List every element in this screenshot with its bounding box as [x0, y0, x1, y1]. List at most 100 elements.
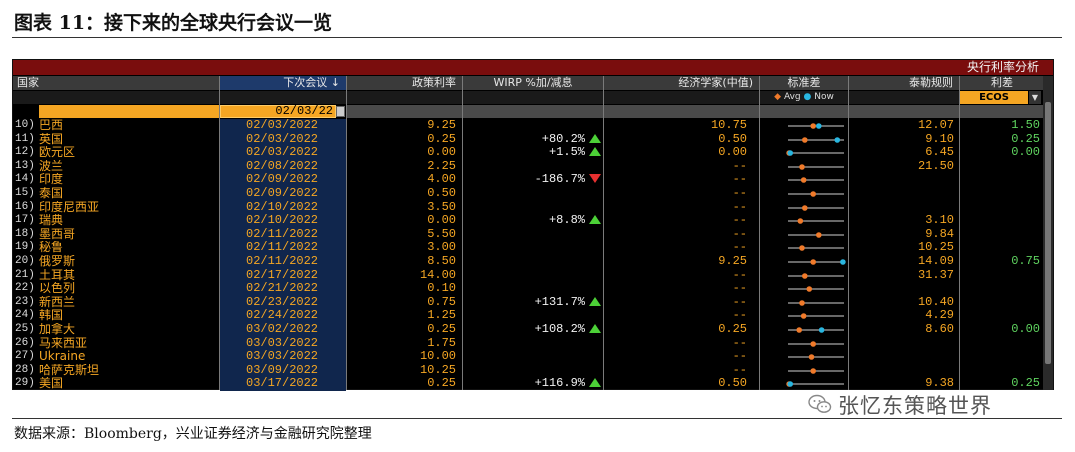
table-row[interactable]: 15) 泰国 02/09/2022 0.50 -- — [13, 187, 1055, 201]
country-name: 哈萨克斯坦 — [39, 363, 100, 377]
row-index: 17) — [15, 214, 35, 227]
spread-value — [960, 269, 1040, 283]
stdev-sparkline — [788, 354, 844, 360]
scrollbar-thumb[interactable] — [1045, 102, 1051, 364]
filter-spread[interactable] — [960, 105, 1044, 118]
now-marker — [840, 259, 846, 265]
filter-taylor[interactable] — [849, 105, 959, 118]
spread-value: 0.00 — [1011, 323, 1040, 336]
filter-date-input[interactable]: 02/03/22 — [220, 105, 336, 118]
wirp-value — [463, 119, 601, 133]
filter-economists[interactable] — [604, 105, 759, 118]
bloomberg-terminal-panel: 央行利率分析 国家 下次会议 ↓ 政策利率 WIRP %加/减息 经济学家(中值… — [12, 59, 1055, 391]
table-row[interactable]: 23) 新西兰 02/23/2022 0.75 +131.7% -- 10.40 — [13, 295, 1055, 310]
taylor-rule-value — [849, 173, 954, 187]
country-name: 瑞典 — [39, 214, 64, 228]
column-header-next-meeting[interactable]: 下次会议 ↓ — [220, 76, 346, 90]
avg-marker-icon: ◆ — [774, 92, 782, 102]
table-row[interactable]: 19) 秘鲁 02/11/2022 3.00 -- 10.25 — [13, 241, 1055, 255]
policy-rate: 1.75 — [427, 336, 456, 350]
wirp-value — [463, 269, 601, 283]
wirp-value: +1.5% — [463, 146, 601, 160]
economists-median: -- — [732, 214, 747, 228]
filter-stdev[interactable] — [760, 105, 848, 118]
wirp-value — [463, 241, 601, 255]
spread-value — [960, 337, 1040, 351]
table-row[interactable]: 14) 印度 02/09/2022 4.00 -186.7% -- — [13, 173, 1055, 187]
watermark-text: 张忆东策略世界 — [838, 394, 992, 418]
economists-median: -- — [732, 268, 747, 282]
table-row[interactable]: 22) 以色列 02/21/2022 0.10 -- — [13, 282, 1055, 296]
policy-rate: 9.25 — [427, 119, 456, 132]
stdev-sparkline — [788, 327, 844, 333]
next-meeting-date: 02/03/2022 — [220, 119, 346, 133]
wirp-percent: +108.2% — [534, 323, 585, 336]
row-index: 11) — [15, 132, 35, 145]
vertical-scrollbar[interactable] — [1043, 76, 1053, 390]
spread-source-select[interactable]: ECOS — [960, 91, 1028, 104]
wirp-value — [463, 364, 601, 378]
triangle-up-icon — [589, 215, 601, 225]
table-row[interactable]: 12) 欧元区 02/03/2022 0.00 +1.5% 0.00 6.45 0.00 — [13, 146, 1055, 160]
column-header-taylor-rule[interactable]: 泰勒规则 — [849, 76, 959, 90]
economists-median: -- — [732, 173, 747, 187]
taylor-rule-value — [849, 187, 954, 201]
filter-wirp[interactable] — [463, 105, 603, 118]
filter-policy-rate[interactable] — [347, 105, 462, 118]
table-row[interactable]: 11) 英国 02/03/2022 0.25 +80.2% 0.50 9.10 0.25 — [13, 132, 1055, 147]
country-name: 英国 — [39, 132, 64, 146]
table-row[interactable]: 18) 墨西哥 02/11/2022 5.50 -- 9.84 — [13, 227, 1055, 242]
table-row[interactable]: 10) 巴西 02/03/2022 9.25 10.75 12.07 1.50 — [13, 119, 1055, 133]
table-row[interactable]: 21) 土耳其 02/17/2022 14.00 -- 31.37 — [13, 268, 1055, 283]
stdev-sparkline — [788, 191, 844, 197]
avg-marker — [802, 136, 808, 143]
spread-value: 0.00 — [1011, 146, 1040, 160]
next-meeting-date: 02/21/2022 — [220, 282, 346, 296]
column-header-policy-rate[interactable]: 政策利率 — [347, 76, 462, 90]
policy-rate: 0.00 — [427, 214, 456, 228]
table-row[interactable]: 27) Ukraine 03/03/2022 10.00 -- — [13, 350, 1055, 364]
policy-rate: 0.25 — [427, 132, 456, 146]
column-header-stdev[interactable]: 标准差 — [760, 76, 848, 90]
column-header-wirp[interactable]: WIRP %加/减息 — [463, 76, 603, 90]
column-header-spread[interactable]: 利差 — [960, 76, 1044, 90]
next-meeting-date: 02/08/2022 — [220, 159, 346, 174]
wirp-value — [463, 255, 601, 269]
next-meeting-date: 03/09/2022 — [220, 363, 346, 378]
policy-rate: 4.00 — [427, 173, 456, 187]
table-row[interactable]: 26) 马来西亚 03/03/2022 1.75 -- — [13, 336, 1055, 351]
table-row[interactable]: 20) 俄罗斯 02/11/2022 8.50 9.25 14.09 0.75 — [13, 255, 1055, 269]
economists-median: -- — [732, 227, 747, 241]
column-header-economists[interactable]: 经济学家(中值) — [604, 76, 759, 90]
next-meeting-date: 03/03/2022 — [220, 336, 346, 351]
policy-rate: 5.50 — [427, 227, 456, 241]
table-row[interactable]: 17) 瑞典 02/10/2022 0.00 +8.8% -- 3.10 — [13, 214, 1055, 228]
row-index: 15) — [15, 187, 35, 199]
table-row[interactable]: 28) 哈萨克斯坦 03/09/2022 10.25 -- — [13, 363, 1055, 378]
column-header-country[interactable]: 国家 — [13, 76, 219, 90]
calendar-icon[interactable] — [336, 106, 345, 117]
economists-median: 0.25 — [718, 323, 747, 336]
economists-median: 9.25 — [718, 255, 747, 268]
table-row[interactable]: 25) 加拿大 03/02/2022 0.25 +108.2% 0.25 8.60 0.00 — [13, 323, 1055, 337]
triangle-up-icon — [589, 378, 601, 388]
table-row[interactable]: 13) 波兰 02/08/2022 2.25 -- 21.50 — [13, 159, 1055, 174]
filter-country[interactable] — [39, 105, 219, 118]
avg-marker — [802, 204, 808, 211]
wirp-value — [463, 350, 601, 364]
wirp-value: +131.7% — [463, 296, 601, 310]
taylor-rule-value: 21.50 — [917, 159, 954, 173]
row-index: 23) — [15, 295, 35, 308]
stdev-sparkline — [788, 272, 844, 279]
wirp-value — [463, 228, 601, 242]
table-row[interactable]: 29) 美国 03/17/2022 0.25 +116.9% 0.50 9.38 0.25 — [13, 377, 1055, 391]
country-name: 加拿大 — [39, 323, 76, 336]
next-meeting-date: 02/24/2022 — [220, 309, 346, 323]
table-row[interactable]: 16) 印度尼西亚 02/10/2022 3.50 -- — [13, 200, 1055, 215]
next-meeting-date: 02/09/2022 — [220, 173, 346, 187]
row-index: 20) — [15, 255, 35, 267]
dropdown-arrow-icon[interactable]: ▼ — [1029, 91, 1041, 104]
now-marker — [787, 381, 794, 388]
wirp-value — [463, 309, 601, 323]
table-row[interactable]: 24) 韩国 02/24/2022 1.25 -- 4.29 — [13, 309, 1055, 323]
